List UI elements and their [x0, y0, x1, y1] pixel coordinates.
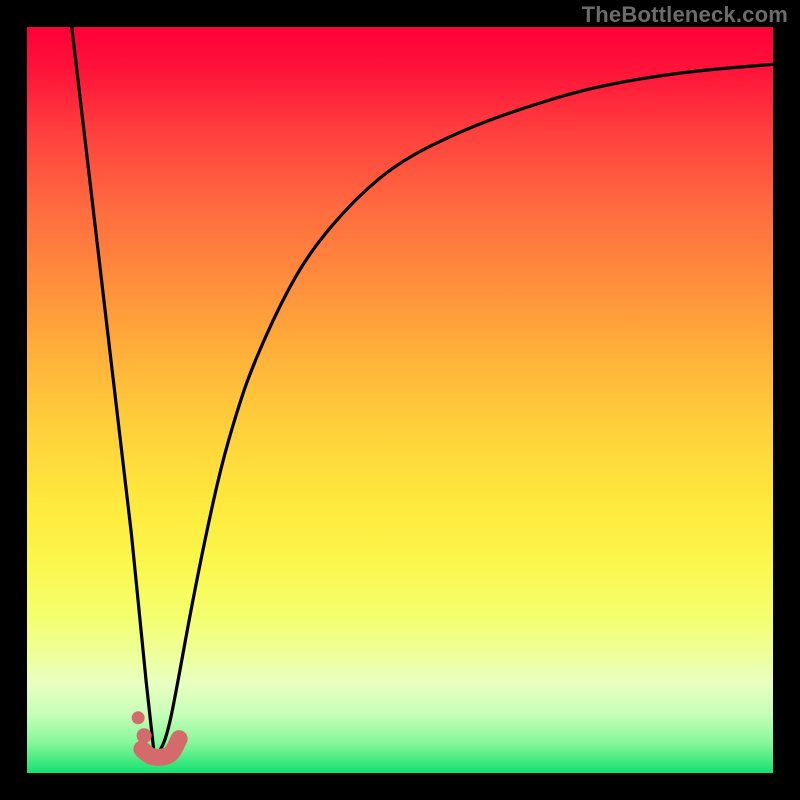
- curve-layer: [27, 27, 773, 773]
- plot-area: [27, 27, 773, 773]
- marker-dot: [132, 711, 145, 724]
- curve-left-branch: [72, 27, 154, 751]
- watermark-text: TheBottleneck.com: [582, 2, 788, 28]
- chart-frame: TheBottleneck.com: [0, 0, 800, 800]
- curve-right-branch: [154, 64, 773, 758]
- marker-dot: [137, 728, 152, 743]
